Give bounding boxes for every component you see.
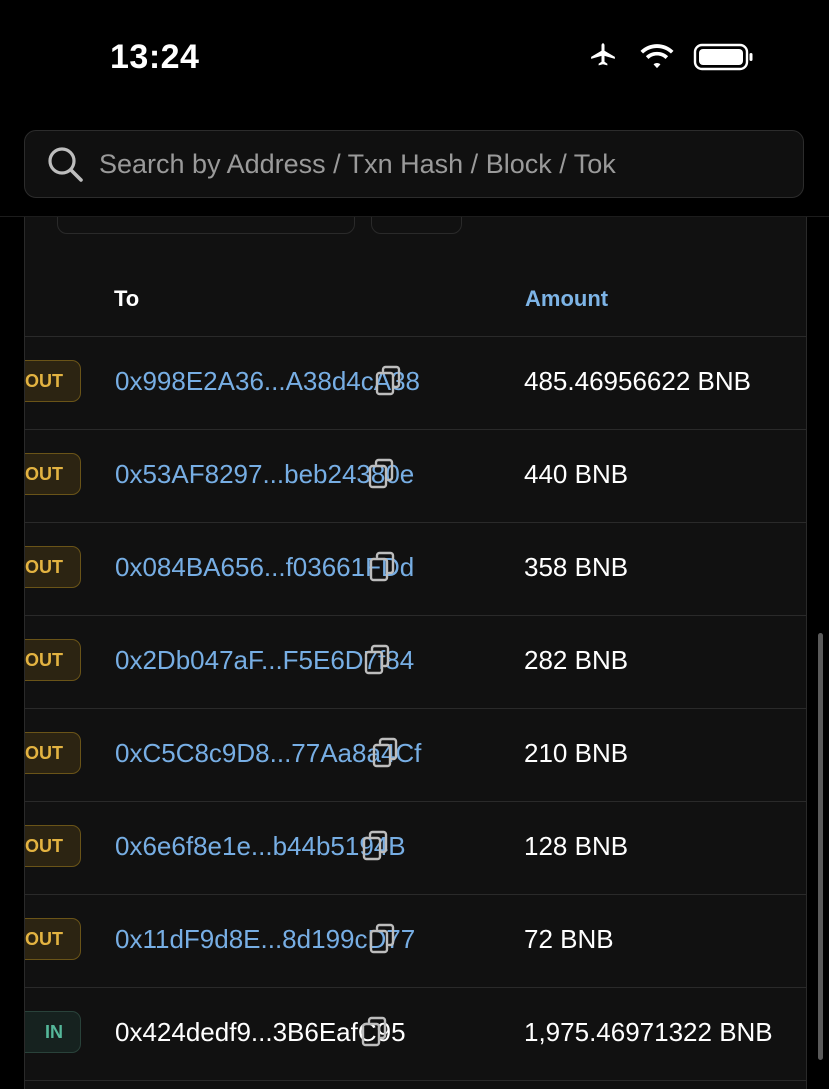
direction-badge: OUT bbox=[25, 639, 81, 681]
copy-icon[interactable] bbox=[373, 365, 403, 397]
wifi-icon bbox=[639, 42, 675, 72]
airplane-mode-icon bbox=[585, 42, 621, 72]
direction-badge: OUT bbox=[25, 546, 81, 588]
filter-button-secondary[interactable] bbox=[371, 216, 462, 234]
amount-value: 210 BNB bbox=[524, 738, 629, 768]
amount-value: 1,975.46971322 BNB bbox=[524, 1017, 773, 1047]
status-time: 13:24 bbox=[110, 38, 200, 76]
copy-icon[interactable] bbox=[367, 923, 397, 955]
copy-icon[interactable] bbox=[370, 737, 400, 769]
table-row: IN 0x424dedf9...3B6EafC95 1,975.46971322 B… bbox=[25, 988, 806, 1081]
transactions-table: OUT 0x998E2A36...A38d4cA38 485.46956622 BN… bbox=[25, 337, 806, 1081]
amount-value: 282 BNB bbox=[524, 645, 629, 675]
battery-icon bbox=[693, 42, 755, 72]
copy-icon[interactable] bbox=[366, 458, 396, 490]
table-header: To Amount bbox=[25, 276, 806, 337]
search-bar[interactable] bbox=[24, 130, 804, 198]
search-input[interactable] bbox=[99, 148, 653, 180]
table-row: OUT 0x6e6f8e1e...b44b5194B 128 BNB bbox=[25, 802, 806, 895]
column-header-to: To bbox=[114, 286, 140, 311]
direction-badge: OUT bbox=[25, 825, 81, 867]
direction-badge: OUT bbox=[25, 732, 81, 774]
direction-badge: OUT bbox=[25, 453, 81, 495]
search-header bbox=[0, 110, 829, 217]
filter-button[interactable] bbox=[57, 216, 355, 234]
amount-value: 72 BNB bbox=[524, 924, 614, 954]
table-row: OUT 0xC5C8c9D8...77Aa8a4Cf 210 BNB bbox=[25, 709, 806, 802]
copy-icon[interactable] bbox=[360, 830, 390, 862]
search-icon bbox=[48, 147, 83, 182]
copy-icon[interactable] bbox=[367, 551, 397, 583]
copy-icon[interactable] bbox=[359, 1016, 389, 1048]
table-row: OUT 0x084BA656...f03661FDd 358 BNB bbox=[25, 523, 806, 616]
amount-value: 485.46956622 BNB bbox=[524, 366, 751, 396]
direction-badge: IN bbox=[25, 1011, 81, 1053]
status-bar: 13:24 bbox=[0, 0, 829, 110]
direction-badge: OUT bbox=[25, 360, 81, 402]
table-row: OUT 0x53AF8297...beb24380e 440 BNB bbox=[25, 430, 806, 523]
status-icons bbox=[585, 40, 755, 74]
transactions-card: To Amount OUT 0x998E2A36...A38d4cA38 485.4… bbox=[24, 216, 807, 1089]
table-row: OUT 0x998E2A36...A38d4cA38 485.46956622 BN… bbox=[25, 337, 806, 430]
scrollbar[interactable] bbox=[818, 633, 823, 1060]
table-row: OUT 0x2Db047aF...F5E6D7f84 282 BNB bbox=[25, 616, 806, 709]
copy-icon[interactable] bbox=[362, 644, 392, 676]
amount-value: 440 BNB bbox=[524, 459, 629, 489]
column-header-amount[interactable]: Amount bbox=[525, 286, 608, 312]
table-row: OUT 0x11dF9d8E...8d199cD77 72 BNB bbox=[25, 895, 806, 988]
amount-value: 358 BNB bbox=[524, 552, 629, 582]
direction-badge: OUT bbox=[25, 918, 81, 960]
amount-value: 128 BNB bbox=[524, 831, 629, 861]
